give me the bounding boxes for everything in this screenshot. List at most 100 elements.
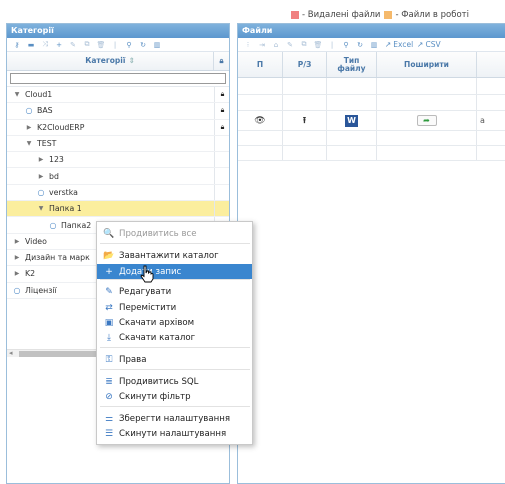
key-icon[interactable]: ⚷	[10, 39, 24, 51]
search-icon[interactable]: ⚲	[122, 39, 136, 51]
categories-toolbar: ⚷ ▬ ⤨ + ✎ ⧉ 🗑 | ⚲ ↻ ▥	[7, 38, 229, 52]
column-extra[interactable]	[477, 52, 505, 77]
tree-row[interactable]: ▶ K2CloudERP 🔒︎	[7, 119, 229, 136]
expand-arrow-icon[interactable]: ▶	[37, 156, 45, 163]
eye-icon[interactable]: 👁︎	[254, 116, 265, 126]
lock-cell	[214, 168, 230, 184]
lock-icon: 🔒︎	[220, 122, 225, 131]
empty-row	[238, 146, 505, 161]
lock-cell: 🔒︎	[214, 87, 230, 103]
expand-arrow-icon[interactable]: ▶	[13, 254, 21, 261]
external-link-icon: ↗	[385, 40, 392, 49]
column-file-type-label: Тип файлу	[337, 55, 366, 73]
context-menu-label: Перемістити	[119, 302, 177, 313]
categories-search-input[interactable]	[10, 73, 226, 84]
edit-icon[interactable]: ✎	[66, 39, 80, 51]
download-icon: ⤓	[107, 332, 111, 343]
context-menu: 🔍 Продивитись все 📂 Завантажити каталог + Дод…	[96, 221, 253, 445]
columns-icon[interactable]: ▥	[150, 39, 164, 51]
context-menu-label: Скачати каталог	[119, 332, 196, 343]
file-type-cell: W	[327, 111, 377, 130]
tree-row[interactable]: ▶ bd	[7, 168, 230, 185]
share-icon[interactable]: ➦	[416, 115, 437, 126]
add-icon[interactable]: +	[52, 39, 66, 51]
tree-row[interactable]: ▼ TEST	[7, 135, 229, 153]
context-menu-item[interactable]: ☰ Скинути налаштування	[97, 426, 252, 441]
edit-icon[interactable]: ✎	[283, 39, 297, 51]
context-menu-item[interactable]: 🔍 Продивитись все	[97, 226, 252, 241]
tree-row[interactable]: ○ BAS 🔒︎	[7, 103, 230, 120]
copy-icon[interactable]: ⧉	[297, 39, 311, 51]
database-icon: ≣	[105, 376, 113, 387]
context-menu-item[interactable]: ⊘ Скинути фільтр	[97, 389, 252, 404]
tree-row[interactable]: ▶ 123	[7, 152, 229, 169]
external-link-icon: ↗	[417, 40, 424, 49]
move-icon[interactable]: ⇥	[255, 39, 269, 51]
column-rz[interactable]: Р/З	[283, 52, 327, 77]
collapse-arrow-icon[interactable]: ▼	[13, 91, 21, 98]
lock-column-header[interactable]: 🔒︎	[214, 52, 229, 70]
refresh-icon[interactable]: ↻	[136, 39, 150, 51]
lock-cell: 🔒︎	[214, 103, 230, 119]
columns-icon[interactable]: ▥	[367, 39, 381, 51]
context-menu-item[interactable]: ≣ Продивитись SQL	[97, 374, 252, 389]
expand-arrow-icon[interactable]: ▶	[37, 173, 45, 180]
home-icon[interactable]: ⌂	[269, 39, 283, 51]
context-menu-label: Скачати архівом	[119, 317, 195, 328]
context-menu-item[interactable]: + Додати запис	[97, 264, 252, 279]
tree-row[interactable]: ▼ Cloud1 🔒︎	[7, 87, 230, 104]
collapse-arrow-icon[interactable]: ▼	[37, 205, 45, 212]
empty-cell	[327, 131, 377, 145]
column-file-type[interactable]: Тип файлу	[327, 52, 377, 77]
export-csv-button[interactable]: ↗ CSV	[417, 40, 440, 49]
expand-arrow-icon[interactable]: ▶	[13, 270, 21, 277]
files-panel: Файли ⁝ ⇥ ⌂ ✎ ⧉ 🗑 | ⚲ ↻ ▥ ↗ Excel ↗ CSV П …	[237, 23, 505, 484]
context-menu-item[interactable]: ⚌ Зберегти налаштування	[97, 411, 252, 426]
context-menu-item[interactable]: ⚿ Права	[97, 352, 252, 367]
export-excel-button[interactable]: ↗ Excel	[385, 40, 413, 49]
column-p[interactable]: П	[238, 52, 283, 77]
context-menu-label: Права	[119, 354, 147, 365]
context-menu-item[interactable]: ✎ Редагувати	[97, 284, 252, 299]
tree-row-label: verstka	[49, 187, 78, 197]
move-icon: ⇄	[105, 302, 113, 313]
scroll-left-icon[interactable]: ◂	[9, 349, 13, 357]
tree-row-label: Cloud1	[25, 90, 53, 100]
collapse-arrow-icon[interactable]: ▼	[25, 140, 33, 147]
tree-row[interactable]: ○ verstka	[7, 184, 229, 202]
trash-icon[interactable]: 🗑	[94, 39, 108, 51]
refresh-icon[interactable]: ↻	[353, 39, 367, 51]
table-row[interactable]: 👁︎ ⭱ W ➦ a	[238, 111, 505, 131]
context-menu-item[interactable]: 📂 Завантажити каталог	[97, 248, 252, 263]
empty-row	[238, 131, 505, 146]
context-menu-label: Скинути налаштування	[119, 428, 227, 439]
categories-column-header[interactable]: Категорії ⇕	[7, 52, 214, 70]
copy-icon[interactable]: ⧉	[80, 39, 94, 51]
menu-separator	[100, 369, 250, 370]
expand-arrow-icon[interactable]: ▶	[13, 238, 21, 245]
view-cell[interactable]: 👁︎	[238, 111, 283, 130]
legend-in-work-label: - Файли в роботі	[395, 10, 469, 20]
context-menu-item[interactable]: ▣ Скачати архівом	[97, 315, 252, 330]
column-rz-label: Р/З	[297, 59, 312, 69]
expand-arrow-icon[interactable]: ▶	[25, 124, 33, 131]
word-file-icon[interactable]: W	[345, 114, 358, 127]
search-icon[interactable]: ⚲	[339, 39, 353, 51]
trash-icon[interactable]: 🗑	[311, 39, 325, 51]
shuffle-icon[interactable]: ⤨	[38, 39, 52, 51]
folder-open-icon: 📂	[103, 250, 115, 261]
folder-icon[interactable]: ▬	[24, 39, 38, 51]
export-excel-label: Excel	[393, 40, 414, 49]
filter-cell	[283, 78, 327, 94]
empty-cell	[377, 146, 477, 160]
files-grid-header: П Р/З Тип файлу Поширити	[238, 52, 505, 78]
context-menu-item[interactable]: ⤓ Скачати каталог	[97, 330, 252, 345]
column-share[interactable]: Поширити	[377, 52, 477, 77]
upload-cell[interactable]: ⭱	[283, 111, 327, 130]
context-menu-label: Зберегти налаштування	[119, 413, 231, 424]
upload-icon[interactable]: ⭱	[303, 113, 306, 129]
tree-row[interactable]: ▼ Папка 1	[7, 201, 229, 218]
context-menu-item[interactable]: ⇄ Перемістити	[97, 300, 252, 315]
tree-row-label: Ліцензії	[25, 285, 57, 295]
list-icon[interactable]: ⁝	[241, 39, 255, 51]
